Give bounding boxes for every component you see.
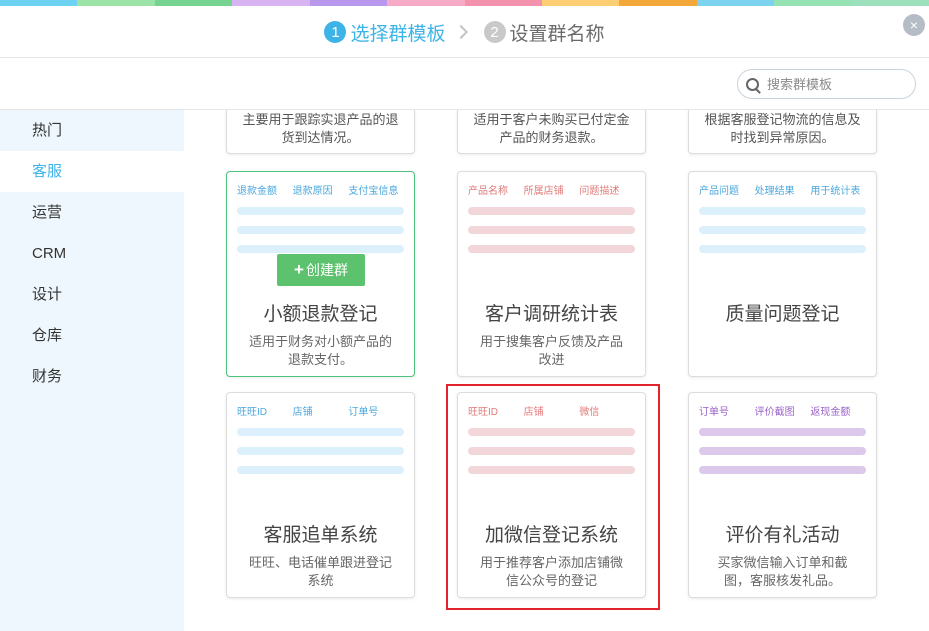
preview-bar	[699, 447, 866, 455]
template-card-quality-issue[interactable]: 产品问题 处理结果 用于统计表 质量问题登记	[688, 171, 877, 377]
preview-bar	[468, 226, 635, 234]
preview-bar	[237, 466, 404, 474]
step-select-template: 1 选择群模板	[324, 19, 446, 46]
sidebar-item-service[interactable]: 客服	[0, 151, 184, 192]
card-field-labels: 产品问题 处理结果 用于统计表	[699, 182, 866, 198]
field-label: 退款原因	[292, 186, 333, 197]
toolbar	[0, 59, 929, 110]
field-label: 退款金额	[237, 186, 277, 197]
sidebar-item-hot[interactable]: 热门	[0, 110, 184, 151]
field-label: 用于统计表	[810, 186, 861, 197]
field-label: 问题描述	[579, 186, 620, 197]
card-description: 旺旺、电话催单跟进登记系统	[248, 555, 392, 588]
wizard-steps: 1 选择群模板 2 设置群名称	[0, 6, 929, 58]
plus-icon: +	[294, 260, 304, 279]
field-label: 产品名称	[468, 186, 508, 197]
step-label: 选择群模板	[350, 23, 446, 45]
card-description: 适用于财务对小额产品的退款支付。	[248, 334, 392, 367]
preview-bar	[699, 207, 866, 215]
preview-bar	[468, 466, 635, 474]
template-card[interactable]: 主要用于跟踪实退产品的退货到达情况。	[226, 110, 415, 154]
field-label: 评价截图	[754, 407, 795, 418]
field-label: 订单号	[699, 407, 729, 418]
card-title: 评价有礼活动	[725, 525, 840, 546]
field-label: 店铺	[523, 407, 544, 418]
card-title: 客服追单系统	[263, 525, 378, 546]
search-box[interactable]	[737, 69, 916, 99]
search-input[interactable]	[767, 76, 907, 92]
field-label: 返现金额	[810, 407, 851, 418]
field-label: 处理结果	[754, 186, 795, 197]
template-card-order-followup[interactable]: 旺旺ID 店铺 订单号 客服追单系统 旺旺、电话催单跟进登记系统	[226, 392, 415, 598]
card-preview-bars	[699, 207, 866, 264]
card-description: 买家微信输入订单和截图，客服核发礼品。	[717, 555, 848, 588]
wizard-header: 1 选择群模板 2 设置群名称 ×	[0, 6, 929, 58]
template-card[interactable]: 根据客服登记物流的信息及时找到异常原因。	[688, 110, 877, 154]
card-title: 加微信登记系统	[484, 525, 618, 546]
sidebar-item-operations[interactable]: 运营	[0, 192, 184, 233]
field-label: 订单号	[348, 407, 379, 418]
search-icon	[746, 77, 759, 91]
preview-bar	[468, 207, 635, 215]
field-label: 支付宝信息	[348, 186, 399, 197]
step-number: 2	[483, 21, 506, 43]
preview-bar	[237, 245, 404, 253]
template-card-customer-survey[interactable]: 产品名称 所属店铺 问题描述 客户调研统计表 用于搜集客户反馈及产品改进	[457, 171, 646, 377]
preview-bar	[468, 428, 635, 436]
card-preview-bars	[468, 207, 635, 264]
card-title: 质量问题登记	[725, 304, 840, 325]
template-card[interactable]: 适用于客户未购买已付定金产品的财务退款。	[457, 110, 646, 154]
template-card-small-refund[interactable]: 退款金额 退款原因 支付宝信息 + 创建群 小额退款登记 适用于财务对小额产品的…	[226, 171, 415, 377]
card-description: 用于搜集客户反馈及产品改进	[479, 334, 623, 367]
preview-bar	[699, 245, 866, 253]
card-title: 客户调研统计表	[484, 304, 618, 325]
card-description: 用于推荐客户添加店铺微信公众号的登记	[479, 555, 623, 588]
preview-bar	[699, 226, 866, 234]
sidebar-item-crm[interactable]: CRM	[0, 233, 184, 274]
sidebar-item-warehouse[interactable]: 仓库	[0, 315, 184, 356]
template-grid: 主要用于跟踪实退产品的退货到达情况。 适用于客户未购买已付定金产品的财务退款。 …	[184, 110, 929, 631]
preview-bar	[237, 207, 404, 215]
sidebar-item-design[interactable]: 设计	[0, 274, 184, 315]
category-sidebar: 热门 客服 运营 CRM 设计 仓库 财务	[0, 110, 184, 631]
preview-bar	[237, 428, 404, 436]
field-label: 所属店铺	[523, 186, 564, 197]
card-preview-bars	[699, 428, 866, 485]
card-preview-bars	[237, 428, 404, 485]
card-preview-bars	[468, 428, 635, 485]
preview-bar	[237, 447, 404, 455]
preview-bar	[699, 466, 866, 474]
field-label: 产品问题	[699, 186, 739, 197]
card-field-labels: 订单号 评价截图 返现金额	[699, 403, 866, 419]
field-label: 微信	[579, 407, 600, 418]
card-description: 根据客服登记物流的信息及时找到异常原因。	[704, 112, 861, 145]
create-group-label: 创建群	[305, 262, 348, 278]
template-card-review-reward[interactable]: 订单号 评价截图 返现金额 评价有礼活动 买家微信输入订单和截图，客服核发礼品。	[688, 392, 877, 598]
card-field-labels: 产品名称 所属店铺 问题描述	[468, 182, 635, 198]
field-label: 店铺	[292, 407, 313, 418]
step-label: 设置群名称	[509, 23, 605, 45]
template-card-wechat-register[interactable]: 旺旺ID 店铺 微信 加微信登记系统 用于推荐客户添加店铺微信公众号的登记	[457, 392, 646, 598]
preview-bar	[237, 226, 404, 234]
field-label: 旺旺ID	[468, 407, 498, 418]
card-field-labels: 旺旺ID 店铺 微信	[468, 403, 635, 419]
sidebar-item-finance[interactable]: 财务	[0, 356, 184, 397]
step-set-name: 2 设置群名称	[483, 19, 605, 46]
card-field-labels: 旺旺ID 店铺 订单号	[237, 403, 404, 419]
card-description: 主要用于跟踪实退产品的退货到达情况。	[242, 112, 399, 145]
preview-bar	[468, 447, 635, 455]
card-field-labels: 退款金额 退款原因 支付宝信息	[237, 182, 404, 198]
card-description: 适用于客户未购买已付定金产品的财务退款。	[473, 112, 630, 145]
create-group-button[interactable]: + 创建群	[277, 254, 365, 286]
field-label: 旺旺ID	[237, 407, 267, 418]
close-icon[interactable]: ×	[903, 14, 925, 36]
card-title: 小额退款登记	[263, 304, 378, 325]
preview-bar	[699, 428, 866, 436]
step-number: 1	[324, 21, 347, 43]
preview-bar	[468, 245, 635, 253]
chevron-right-icon	[453, 24, 468, 40]
